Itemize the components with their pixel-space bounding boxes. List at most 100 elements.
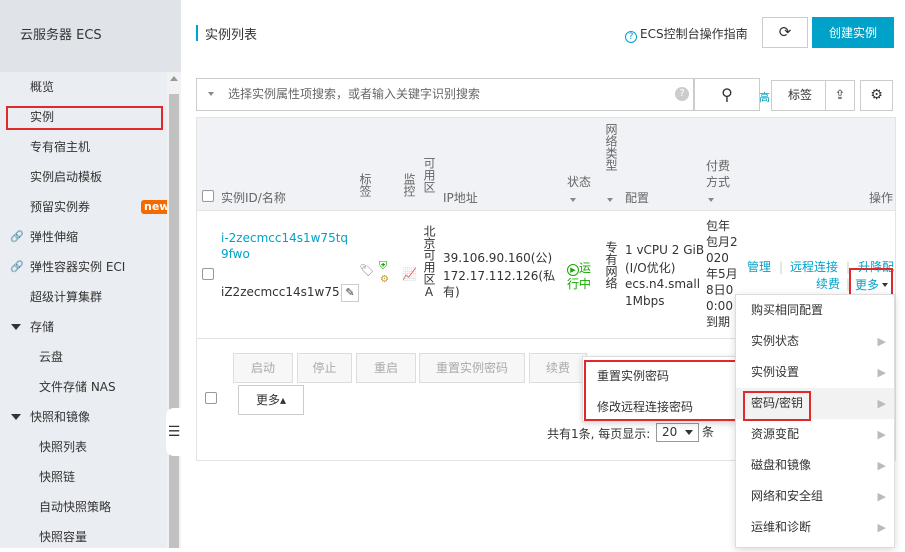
select-all-checkbox[interactable] <box>202 190 214 202</box>
caret-down-icon <box>11 414 21 420</box>
column-header-network[interactable]: 网络类型 <box>603 123 619 171</box>
public-ip: 39.106.90.160(公) <box>443 251 553 265</box>
manage-link[interactable]: 管理 <box>747 259 771 275</box>
title-accent-bar <box>196 25 198 41</box>
instance-id-link[interactable]: i-2zecmcc14s1w75tq9fwo <box>221 230 355 262</box>
sidebar-item-snapshot-chain[interactable]: 快照链 <box>0 462 166 492</box>
network-filter-icon[interactable] <box>607 198 613 202</box>
create-instance-button[interactable]: 创建实例 <box>812 17 894 48</box>
chevron-right-icon: ▶ <box>877 459 886 472</box>
config-type: ecs.n4.small <box>625 277 701 291</box>
search-button[interactable]: ⚲ <box>694 78 760 111</box>
export-button[interactable]: ⇪ <box>825 80 855 111</box>
filter-dropdown-icon[interactable] <box>208 92 214 96</box>
action-separator: | <box>779 260 784 274</box>
more-dropdown-button[interactable]: 更多▴ <box>238 385 304 415</box>
sidebar-scrollbar[interactable] <box>167 72 181 548</box>
sidebar-group-storage[interactable]: 存储 <box>0 312 166 342</box>
sidebar-item-dedicated-host[interactable]: 专有宿主机 <box>0 132 166 162</box>
search-help-icon[interactable]: ? <box>675 87 689 101</box>
chevron-right-icon: ▶ <box>877 397 886 410</box>
zone-value: 北京可用区A <box>422 225 436 299</box>
search-placeholder: 选择实例属性项搜索，或者输入关键字识别搜索 <box>228 87 481 101</box>
config-cpu: 1 vCPU 2 GiB <box>625 243 705 257</box>
external-link-icon: 🔗 <box>10 230 24 243</box>
refresh-button[interactable]: ⟳ <box>762 17 808 48</box>
highlight-box-password-menu <box>584 360 740 421</box>
stop-button[interactable]: 停止 <box>297 353 352 383</box>
menu-item-network-security[interactable]: 网络和安全组 ▶ <box>736 481 894 512</box>
sidebar-item-eci[interactable]: 🔗 弹性容器实例 ECI <box>0 252 166 282</box>
config-bandwidth: 1Mbps <box>625 294 665 308</box>
column-header-zone: 可用区 <box>422 157 436 193</box>
column-header-id: 实例ID/名称 <box>221 191 286 205</box>
column-header-config: 配置 <box>625 191 650 205</box>
footer-select-all-checkbox[interactable] <box>205 392 217 404</box>
page-title: 实例列表 <box>205 28 258 43</box>
renew-button[interactable]: 续费 <box>529 353 587 383</box>
page-size-select[interactable]: 20 <box>656 423 699 442</box>
menu-item-disk-image[interactable]: 磁盘和镜像 ▶ <box>736 450 894 481</box>
pager-unit: 条 <box>702 425 715 439</box>
config-io: (I/O优化) <box>625 261 676 275</box>
chevron-right-icon: ▶ <box>877 335 886 348</box>
column-header-status[interactable]: 状态 <box>567 174 591 190</box>
chevron-right-icon: ▶ <box>877 521 886 534</box>
start-button[interactable]: 启动 <box>233 353 293 383</box>
scroll-up-arrow-icon[interactable] <box>170 76 178 81</box>
table-header <box>196 117 896 211</box>
pay-filter-icon[interactable] <box>708 198 714 202</box>
chevron-right-icon: ▶ <box>877 428 886 441</box>
sidebar-group-snapshots-images[interactable]: 快照和镜像 <box>0 402 166 432</box>
menu-item-instance-status[interactable]: 实例状态 ▶ <box>736 326 894 357</box>
tag-icon[interactable]: 🏷 <box>359 262 374 278</box>
edit-name-icon[interactable]: ✎ <box>341 284 359 302</box>
menu-item-buy-same[interactable]: 购买相同配置 <box>736 295 894 326</box>
chevron-right-icon: ▶ <box>877 366 886 379</box>
renew-link[interactable]: 续费 <box>816 276 840 292</box>
sidebar-item-auto-scaling[interactable]: 🔗 弹性伸缩 <box>0 222 166 252</box>
sidebar-item-overview[interactable]: 概览 <box>0 72 166 102</box>
select-caret-icon <box>685 430 693 435</box>
settings-button[interactable]: ⚙ <box>860 80 893 111</box>
menu-item-instance-settings[interactable]: 实例设置 ▶ <box>736 357 894 388</box>
instance-name: iZ2zecmcc14s1w75... <box>221 285 352 299</box>
highlight-box-instances <box>6 106 163 130</box>
chevron-right-icon: ▶ <box>877 490 886 503</box>
help-icon: ? <box>625 31 637 43</box>
status-filter-icon[interactable] <box>570 198 576 202</box>
sidebar-title: 云服务器 ECS <box>0 0 181 72</box>
collapse-sidebar-icon[interactable]: ☰ <box>166 408 182 456</box>
search-icon: ⚲ <box>721 85 733 104</box>
sidebar-item-snapshot-list[interactable]: 快照列表 <box>0 432 166 462</box>
menu-item-resource-change[interactable]: 资源变配 ▶ <box>736 419 894 450</box>
highlight-box-password-key <box>743 391 811 421</box>
remote-connect-link[interactable]: 远程连接 <box>790 259 838 275</box>
sidebar-item-nas[interactable]: 文件存储 NAS <box>0 372 166 402</box>
sidebar: 云服务器 ECS 概览 实例 专有宿主机 实例启动模板 预留实例券 new 🔗 弹性… <box>0 0 181 548</box>
caret-down-icon <box>11 324 21 330</box>
column-header-ip: IP地址 <box>443 191 478 205</box>
advanced-search-link[interactable]: 高 <box>759 89 770 105</box>
console-guide-link[interactable]: ? ECS控制台操作指南 <box>625 25 748 43</box>
menu-item-ops-diagnosis[interactable]: 运维和诊断 ▶ <box>736 512 894 543</box>
play-circle-icon: ▶ <box>567 264 579 276</box>
row-checkbox[interactable] <box>202 268 214 280</box>
column-header-pay[interactable]: 付费方式 <box>706 158 736 190</box>
reset-password-button[interactable]: 重置实例密码 <box>419 353 525 383</box>
private-ip: 172.17.112.126(私有) <box>443 269 556 299</box>
sidebar-item-reserved-instances[interactable]: 预留实例券 new <box>0 192 173 222</box>
export-icon: ⇪ <box>834 88 846 103</box>
sidebar-item-disks[interactable]: 云盘 <box>0 342 166 372</box>
refresh-icon: ⟳ <box>778 23 792 41</box>
tag-filter-button[interactable]: 标签 <box>771 80 829 111</box>
status-running: ▶ 运行中 <box>567 261 592 291</box>
restart-button[interactable]: 重启 <box>356 353 416 383</box>
sidebar-item-auto-snapshot-policy[interactable]: 自动快照策略 <box>0 492 166 522</box>
sidebar-item-supercomputing[interactable]: 超级计算集群 <box>0 282 166 312</box>
monitor-chart-icon[interactable]: 📈 <box>402 266 417 282</box>
more-actions-menu: 购买相同配置 实例状态 ▶ 实例设置 ▶ 密码/密钥 ▶ 资源变配 ▶ 磁盘和镜像 ▶ 网… <box>735 294 895 548</box>
sidebar-item-launch-template[interactable]: 实例启动模板 <box>0 162 166 192</box>
scrollbar-thumb[interactable] <box>169 94 179 548</box>
search-input[interactable]: 选择实例属性项搜索，或者输入关键字识别搜索 ? <box>196 78 694 111</box>
